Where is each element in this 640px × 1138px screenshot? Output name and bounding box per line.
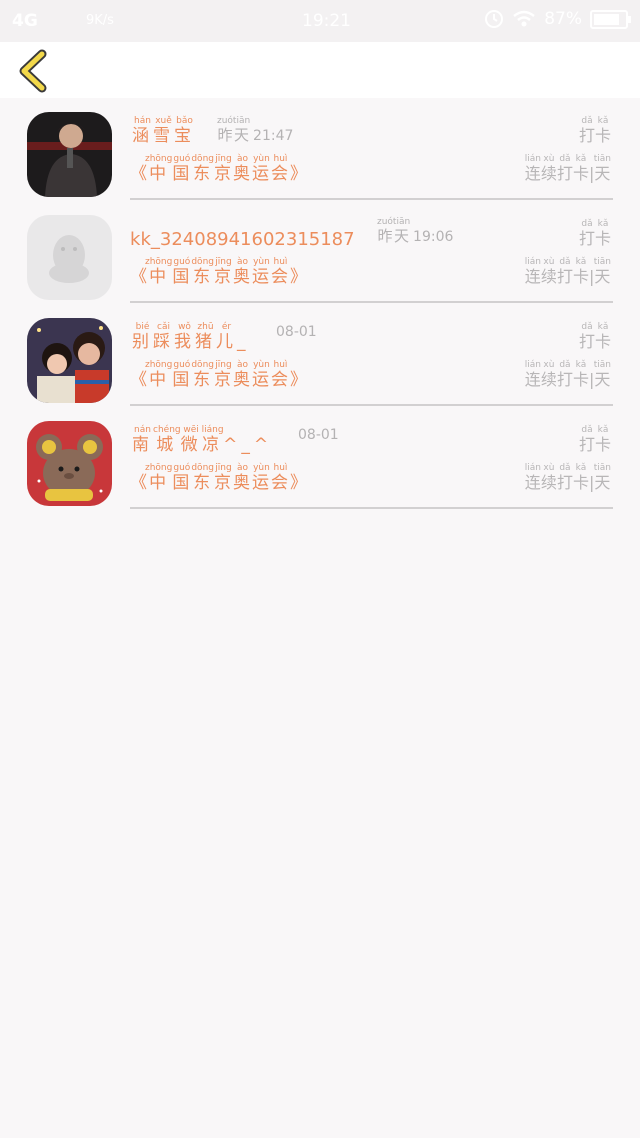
checkin-button[interactable]: 打dǎ卡kǎ <box>579 219 611 249</box>
item-content: kk_3240894160231518​7 昨zuó天tiān19:06 打dǎ卡k… <box>130 207 613 303</box>
event-title: 《中zhōng国guó东dōng京jīng奥ào运yùn会huì》 <box>130 463 309 493</box>
chevron-left-icon <box>19 49 47 93</box>
avatar[interactable] <box>27 112 112 197</box>
checkin-button[interactable]: 打dǎ卡kǎ <box>579 322 611 352</box>
list-item[interactable]: 南nán城chéng微wēi凉liáng^_^ 08-01 打dǎ卡kǎ 《中zhōn… <box>0 413 640 516</box>
checkin-time: 昨zuó天tiān21:47 <box>217 116 294 144</box>
checkin-button[interactable]: 打dǎ卡kǎ <box>579 116 611 146</box>
user-name: 别bié踩cǎi我wǒ猪zhū儿ér_ <box>132 322 250 352</box>
streak-days: 连lián续xù打dǎ卡kǎ|天tiān <box>524 257 611 286</box>
network-indicator: 4G <box>12 11 38 31</box>
user-name: 涵hán雪xuě宝bǎo <box>132 116 195 146</box>
user-name: 南nán城chéng微wēi凉liáng^_^ <box>132 425 273 455</box>
avatar[interactable] <box>27 318 112 403</box>
list-item[interactable]: 别bié踩cǎi我wǒ猪zhū儿ér_ 08-01 打dǎ卡kǎ 《中zhōng国gu… <box>0 310 640 413</box>
checkin-time: 08-01 <box>298 427 339 443</box>
item-content: 涵hán雪xuě宝bǎo 昨zuó天tiān21:47 打dǎ卡kǎ 《中zhōng国… <box>130 104 613 200</box>
checkin-time: 昨zuó天tiān19:06 <box>377 217 454 245</box>
clock: 19:21 <box>302 11 351 31</box>
wifi-icon <box>513 10 535 27</box>
event-title: 《中zhōng国guó东dōng京jīng奥ào运yùn会huì》 <box>130 360 309 390</box>
user-name: kk_3240894160231518​7 <box>130 229 355 250</box>
back-button[interactable] <box>14 48 54 94</box>
streak-days: 连lián续xù打dǎ卡kǎ|天tiān <box>524 463 611 492</box>
streak-days: 连lián续xù打dǎ卡kǎ|天tiān <box>524 360 611 389</box>
checkin-button[interactable]: 打dǎ卡kǎ <box>579 425 611 455</box>
alarm-icon <box>485 10 504 28</box>
item-content: 别bié踩cǎi我wǒ猪zhū儿ér_ 08-01 打dǎ卡kǎ 《中zhōng国gu… <box>130 310 613 406</box>
battery-percent: 87% <box>544 9 582 29</box>
item-content: 南nán城chéng微wēi凉liáng^_^ 08-01 打dǎ卡kǎ 《中zhōn… <box>130 413 613 509</box>
event-title: 《中zhōng国guó东dōng京jīng奥ào运yùn会huì》 <box>130 154 309 184</box>
network-speed: 9K/s <box>86 13 114 28</box>
streak-days: 连lián续xù打dǎ卡kǎ|天tiān <box>524 154 611 183</box>
event-title: 《中zhōng国guó东dōng京jīng奥ào运yùn会huì》 <box>130 257 309 287</box>
list-item[interactable]: 涵hán雪xuě宝bǎo 昨zuó天tiān21:47 打dǎ卡kǎ 《中zhōng国… <box>0 104 640 207</box>
header <box>0 42 640 98</box>
checkin-time: 08-01 <box>276 324 317 340</box>
battery-icon <box>590 9 631 29</box>
list-item[interactable]: kk_3240894160231518​7 昨zuó天tiān19:06 打dǎ卡k… <box>0 207 640 310</box>
status-bar: 4G 9K/s 19:21 87% <box>0 0 640 42</box>
status-icons: 87% <box>484 9 631 29</box>
avatar[interactable] <box>27 215 112 300</box>
avatar[interactable] <box>27 421 112 506</box>
